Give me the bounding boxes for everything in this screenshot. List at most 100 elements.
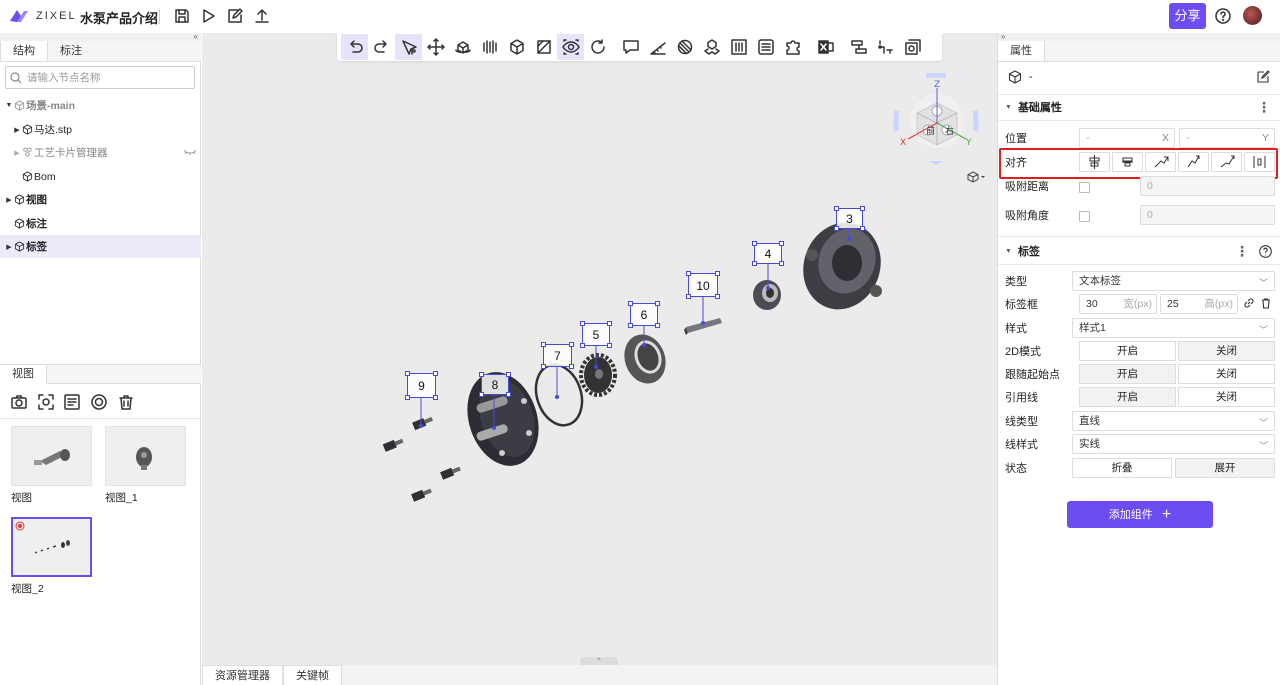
tab-keyframes[interactable]: 关键帧 [283, 665, 342, 685]
part-outer-gear-6[interactable] [618, 329, 673, 390]
resize-handle[interactable] [860, 206, 865, 211]
resize-handle[interactable] [607, 343, 612, 348]
resize-handle[interactable] [433, 371, 438, 376]
resize-handle[interactable] [580, 321, 585, 326]
tree-node-labels[interactable]: ▶ 标签 [0, 235, 201, 258]
resize-handle[interactable] [752, 261, 757, 266]
edit-export-icon[interactable] [226, 7, 244, 25]
section-collapse-icon[interactable]: ▼ [1005, 104, 1012, 111]
view-list-icon[interactable] [63, 393, 81, 411]
resize-handle[interactable] [580, 343, 585, 348]
node-search[interactable] [5, 66, 195, 89]
part-screws-9[interactable] [382, 415, 462, 502]
collapse-left-handle[interactable]: « [0, 33, 201, 41]
label-height-input[interactable]: 25 高(px) [1160, 293, 1238, 314]
resize-handle[interactable] [607, 321, 612, 326]
expand-state-button[interactable]: 展开 [1175, 457, 1275, 478]
position-y-input[interactable]: - Y [1179, 127, 1275, 148]
tree-node-process-cards[interactable]: ▶ 工艺卡片管理器 [0, 141, 201, 164]
tab-asset-manager[interactable]: 资源管理器 [202, 665, 283, 685]
section-collapse-icon[interactable]: ▼ [1005, 248, 1012, 255]
resize-handle[interactable] [479, 372, 484, 377]
tab-properties[interactable]: 属性 [998, 41, 1045, 61]
type-select[interactable]: 文本标签 ﹀ [1072, 270, 1275, 291]
resize-handle[interactable] [479, 392, 484, 397]
tab-views[interactable]: 视图 [0, 365, 47, 384]
leader-line-off-button[interactable]: 关闭 [1178, 386, 1275, 407]
app-logo[interactable]: ZIXEL [8, 7, 77, 25]
resize-handle[interactable] [655, 301, 660, 306]
resize-handle[interactable] [569, 364, 574, 369]
trash-icon[interactable] [1260, 297, 1272, 309]
resize-handle[interactable] [569, 342, 574, 347]
part-label-8[interactable]: 8 [479, 372, 511, 397]
part-label-4[interactable]: 4 [752, 241, 784, 266]
resize-handle[interactable] [506, 372, 511, 377]
resize-handle[interactable] [779, 241, 784, 246]
leader-line-on-button[interactable]: 开启 [1079, 386, 1176, 407]
exploded-pump-model[interactable] [202, 33, 997, 665]
tree-node-scene[interactable]: ▼ 场景-main [0, 94, 201, 117]
tree-node-annotations[interactable]: 标注 [0, 212, 201, 235]
style-select[interactable]: 样式1 ﹀ [1072, 317, 1275, 338]
expand-bottom-handle[interactable]: ⌃ [580, 657, 618, 665]
part-label-7[interactable]: 7 [541, 342, 574, 369]
resize-handle[interactable] [834, 226, 839, 231]
expand-arrow-icon[interactable]: ▶ [13, 126, 21, 134]
resize-handle[interactable] [715, 271, 720, 276]
snap-angle-input[interactable]: 0 [1140, 204, 1275, 225]
part-label-6[interactable]: 6 [628, 301, 660, 328]
expand-arrow-icon[interactable]: ▶ [5, 243, 13, 251]
focus-capture-icon[interactable] [37, 393, 55, 411]
camera-icon[interactable] [10, 393, 28, 411]
resize-handle[interactable] [541, 342, 546, 347]
tab-annotation[interactable]: 标注 [48, 41, 94, 61]
snap-angle-checkbox[interactable] [1079, 211, 1090, 222]
resize-handle[interactable] [405, 371, 410, 376]
part-label-9[interactable]: 9 [405, 371, 438, 400]
resize-handle[interactable] [860, 226, 865, 231]
snap-distance-input[interactable]: 0 [1140, 175, 1275, 196]
view-thumbnail-selected[interactable] [11, 517, 92, 577]
resize-handle[interactable] [506, 392, 511, 397]
line-type-select[interactable]: 直线 ﹀ [1072, 410, 1275, 431]
resize-handle[interactable] [655, 323, 660, 328]
follow-start-off-button[interactable]: 关闭 [1178, 363, 1275, 384]
mode-2d-off-button[interactable]: 关闭 [1178, 340, 1275, 361]
expand-arrow-icon[interactable]: ▶ [13, 149, 21, 157]
trash-icon[interactable] [117, 393, 135, 411]
more-options-icon[interactable]: ⋮ [1235, 243, 1249, 260]
share-button[interactable]: 分享 [1169, 3, 1206, 29]
view-thumbnail[interactable] [11, 426, 92, 486]
part-label-10[interactable]: 10 [686, 271, 720, 299]
part-label-5[interactable]: 5 [580, 321, 612, 348]
part-bushing-4[interactable] [753, 280, 781, 310]
hidden-eye-icon[interactable] [183, 149, 197, 156]
add-component-button[interactable]: 添加组件 + [1067, 501, 1213, 528]
position-x-input[interactable]: - X [1079, 127, 1175, 148]
resize-handle[interactable] [433, 395, 438, 400]
resize-handle[interactable] [541, 364, 546, 369]
more-options-icon[interactable]: ⋮ [1257, 99, 1271, 116]
snap-distance-checkbox[interactable] [1079, 182, 1090, 193]
resize-handle[interactable] [715, 294, 720, 299]
resize-handle[interactable] [628, 323, 633, 328]
basic-properties-header[interactable]: ▼ 基础属性 ⋮ [998, 94, 1280, 120]
view-thumbnail[interactable] [105, 426, 186, 486]
resize-handle[interactable] [834, 206, 839, 211]
target-icon[interactable] [90, 393, 108, 411]
tree-node-bom[interactable]: Bom [0, 165, 201, 188]
search-input[interactable] [27, 71, 187, 84]
resize-handle[interactable] [686, 271, 691, 276]
resize-handle[interactable] [779, 261, 784, 266]
part-label-3[interactable]: 3 [834, 206, 865, 231]
part-inner-gear-5[interactable] [579, 353, 617, 397]
save-icon[interactable] [173, 7, 191, 25]
tree-node-views[interactable]: ▶ 视图 [0, 188, 201, 211]
tree-node-motor[interactable]: ▶ 马达.stp [0, 118, 201, 141]
resize-handle[interactable] [752, 241, 757, 246]
upload-icon[interactable] [253, 7, 271, 25]
link-icon[interactable] [1243, 297, 1255, 309]
edit-icon[interactable] [1256, 70, 1270, 84]
play-icon[interactable] [199, 7, 217, 25]
